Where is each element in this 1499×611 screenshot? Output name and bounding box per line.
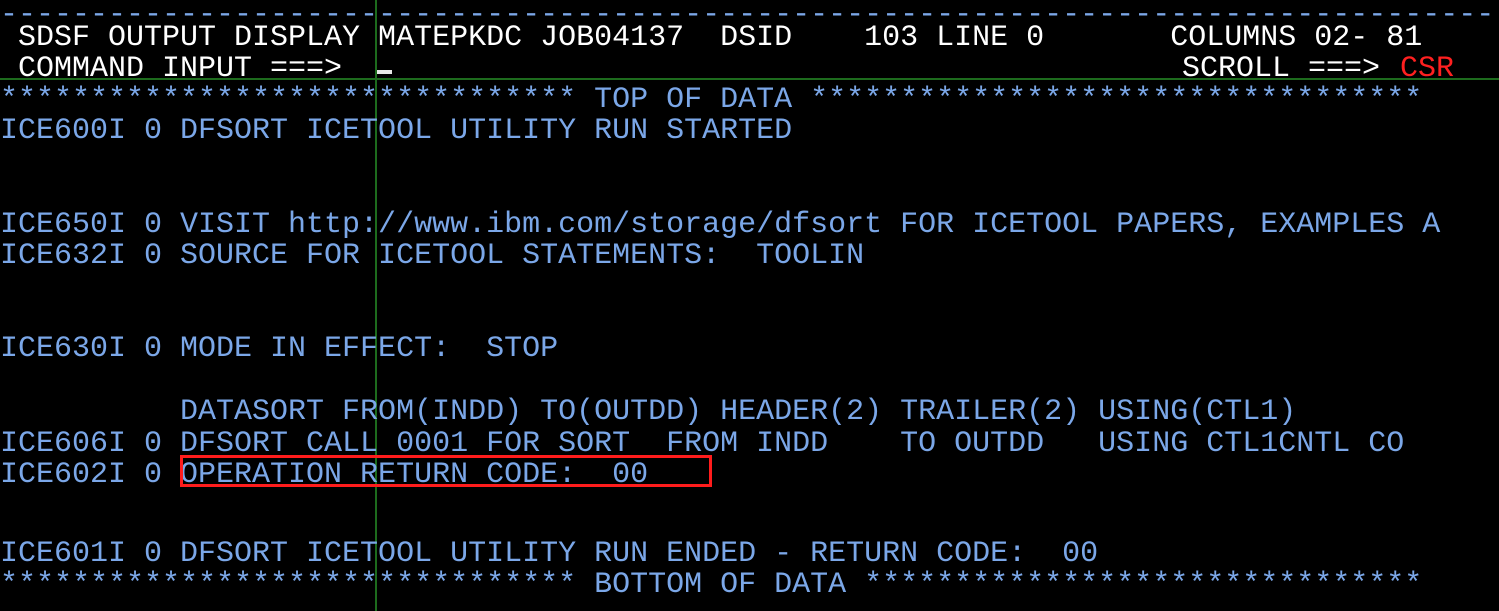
output-line-highlighted: ICE602I 0 OPERATION RETURN CODE: 00 <box>0 458 649 492</box>
header-separator-rule <box>0 78 1499 80</box>
sdsf-output-display-screen: ----------------------------------------… <box>0 0 1499 611</box>
output-line: ICE632I 0 SOURCE FOR ICETOOL STATEMENTS:… <box>0 239 865 273</box>
output-line: ICE630I 0 MODE IN EFFECT: STOP <box>0 332 559 366</box>
bottom-of-data-marker: ******************************** BOTTOM … <box>0 568 1423 602</box>
output-line: ICE600I 0 DFSORT ICETOOL UTILITY RUN STA… <box>0 114 793 148</box>
command-cursor[interactable] <box>376 70 392 74</box>
